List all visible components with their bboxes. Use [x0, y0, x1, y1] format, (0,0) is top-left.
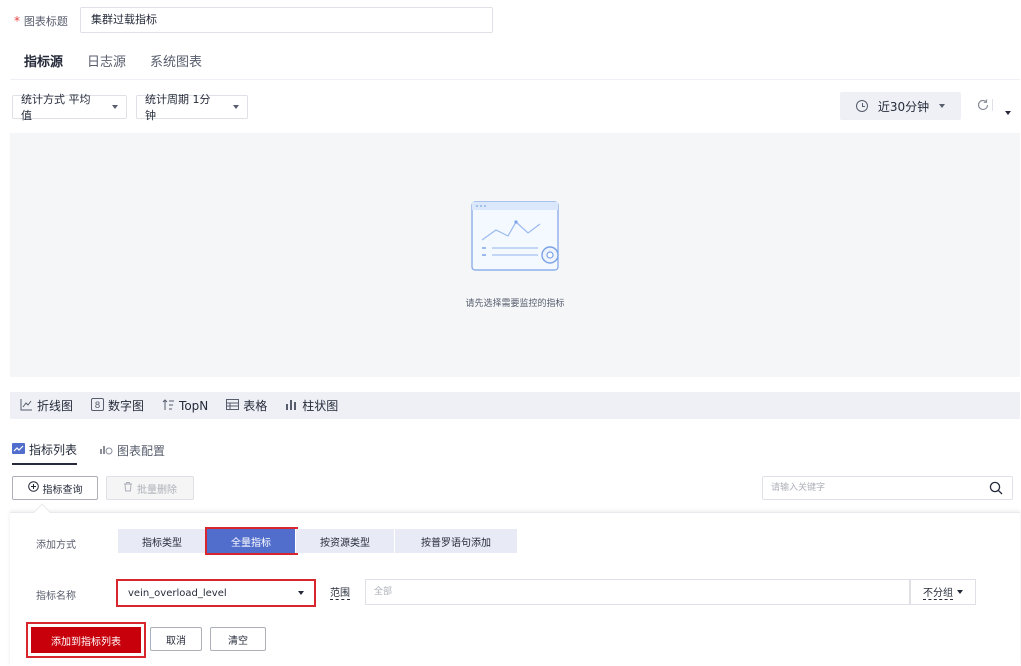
- chart-type-bar-label: 柱状图: [302, 399, 339, 413]
- chevron-down-icon: [112, 105, 118, 109]
- tab-metric-list[interactable]: 指标列表: [12, 441, 78, 465]
- batch-delete-label: 批量删除: [137, 484, 177, 496]
- stat-period-select[interactable]: 统计周期 1分钟: [136, 93, 248, 122]
- empty-state-text: 请先选择需要监控的指标: [465, 299, 565, 309]
- batch-delete-button[interactable]: 批量删除: [106, 476, 194, 500]
- tab-metric-source[interactable]: 指标源: [24, 48, 63, 78]
- chevron-down-icon: [233, 105, 239, 109]
- trash-icon: [123, 481, 133, 495]
- mode-all-metrics[interactable]: 全量指标: [205, 527, 298, 555]
- svg-text:8: 8: [95, 401, 101, 411]
- add-mode-label: 添加方式: [36, 540, 76, 551]
- search-input[interactable]: 请输入关键字: [762, 476, 1013, 500]
- chart-type-line[interactable]: 折线图: [20, 397, 73, 414]
- bar-chart-icon: [285, 398, 298, 414]
- tab-chart-config[interactable]: 图表配置: [99, 441, 165, 465]
- tab-system-chart[interactable]: 系统图表: [150, 48, 202, 78]
- metric-list-icon: [12, 442, 25, 457]
- clock-icon: [855, 100, 868, 112]
- number-chart-icon: 8: [91, 397, 105, 414]
- range-input[interactable]: 全部: [365, 579, 910, 605]
- group-by-value: 不分组: [923, 584, 953, 600]
- stat-method-value: 统计方式 平均值: [21, 93, 91, 122]
- group-by-select[interactable]: 不分组: [910, 579, 976, 605]
- chart-type-table-label: 表格: [243, 399, 268, 413]
- chart-config-icon: [99, 443, 113, 458]
- required-mark: *: [14, 14, 20, 28]
- refresh-options-chevron-icon[interactable]: [1005, 104, 1011, 118]
- chart-type-number[interactable]: 8 数字图: [91, 397, 144, 414]
- chevron-down-icon: [298, 591, 304, 595]
- chart-type-bar: 折线图 8 数字图 TopN 表格 柱状图: [10, 392, 1020, 419]
- stat-period-value: 统计周期 1分钟: [145, 93, 211, 122]
- clear-button[interactable]: 清空: [210, 627, 266, 651]
- add-to-list-button[interactable]: 添加到指标列表: [31, 627, 141, 653]
- chart-type-topn-label: TopN: [179, 398, 209, 413]
- metric-query-label: 指标查询: [42, 484, 83, 496]
- tab-chart-config-label: 图表配置: [117, 444, 166, 458]
- chart-type-line-label: 折线图: [37, 399, 74, 413]
- metric-name-label: 指标名称: [36, 591, 76, 602]
- search-icon[interactable]: [989, 481, 1003, 498]
- cancel-button[interactable]: 取消: [150, 627, 202, 651]
- tab-log-source[interactable]: 日志源: [87, 48, 126, 78]
- stat-method-select[interactable]: 统计方式 平均值: [12, 93, 127, 122]
- line-chart-icon: [20, 398, 33, 414]
- chevron-down-icon: [957, 590, 963, 594]
- chart-type-number-label: 数字图: [108, 399, 145, 413]
- tab-divider: [10, 79, 1020, 80]
- add-to-list-highlight: 添加到指标列表: [26, 622, 146, 658]
- chart-title-input[interactable]: 集群过载指标: [80, 7, 493, 33]
- add-mode-group: 指标类型 全量指标 按资源类型 按普罗语句添加: [118, 527, 518, 555]
- mode-by-resource-type[interactable]: 按资源类型: [296, 529, 395, 553]
- empty-chart-icon: [468, 200, 568, 275]
- mode-metric-type[interactable]: 指标类型: [118, 529, 207, 553]
- refresh-icon[interactable]: [976, 98, 990, 115]
- table-icon: [226, 398, 240, 414]
- source-tabs: 指标源 日志源 系统图表: [24, 48, 202, 78]
- chart-title-label: * 图表标题: [14, 13, 68, 29]
- mode-by-promql[interactable]: 按普罗语句添加: [395, 529, 518, 553]
- topn-icon: [162, 398, 175, 414]
- time-range-select[interactable]: 近30分钟: [840, 92, 961, 120]
- plus-circle-icon: [27, 481, 39, 495]
- chart-type-bar[interactable]: 柱状图: [285, 397, 338, 414]
- time-range-value: 近30分钟: [877, 99, 930, 114]
- tab-metric-list-label: 指标列表: [29, 443, 78, 457]
- metric-tabs: 指标列表 图表配置: [12, 441, 165, 465]
- chevron-down-icon: [939, 104, 946, 108]
- chart-type-table[interactable]: 表格: [226, 397, 267, 414]
- metric-name-select[interactable]: vein_overload_level: [116, 579, 316, 607]
- metric-name-value: vein_overload_level: [128, 587, 227, 599]
- chart-type-topn[interactable]: TopN: [162, 398, 208, 414]
- divider: [992, 99, 993, 111]
- range-label[interactable]: 范围: [330, 584, 350, 600]
- metric-query-button[interactable]: 指标查询: [12, 476, 98, 500]
- chart-title-label-text: 图表标题: [23, 15, 68, 28]
